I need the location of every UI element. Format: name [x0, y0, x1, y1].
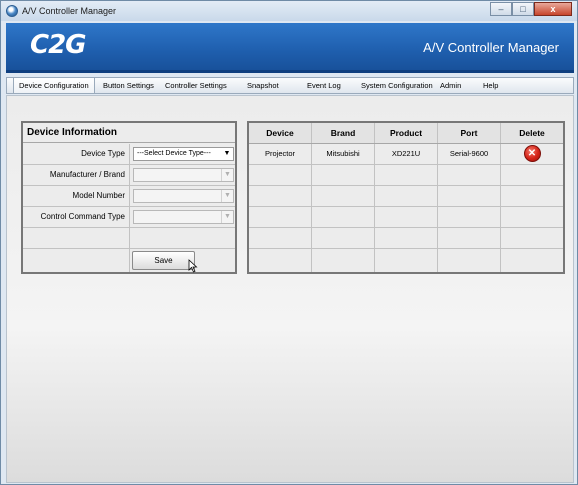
- app-window: A/V Controller Manager – □ x C2G A/V Con…: [0, 0, 578, 485]
- devices-table-panel: Device Brand Product Port Delete Project…: [247, 121, 565, 274]
- cell-product: XD221U: [375, 144, 438, 164]
- window-title: A/V Controller Manager: [22, 6, 117, 16]
- c2g-logo: C2G: [30, 30, 87, 60]
- device-type-row: Device Type ---Select Device Type--- ▼: [23, 144, 235, 165]
- title-bar[interactable]: A/V Controller Manager – □ x: [1, 1, 577, 21]
- column-delete: Delete: [519, 128, 545, 138]
- empty-cell: [312, 165, 375, 185]
- window-controls: – □ x: [490, 2, 572, 17]
- model-number-label: Model Number: [23, 186, 130, 206]
- cell-brand: Mitsubishi: [312, 144, 375, 164]
- empty-cell: [375, 228, 438, 248]
- empty-row: [23, 228, 235, 249]
- mouse-pointer-icon: [188, 259, 198, 273]
- device-type-value: ---Select Device Type---: [137, 150, 211, 157]
- manufacturer-row: Manufacturer / Brand ▼: [23, 165, 235, 186]
- device-type-select[interactable]: ---Select Device Type--- ▼: [133, 147, 234, 161]
- empty-cell: [312, 249, 375, 272]
- device-information-title: Device Information: [23, 123, 235, 143]
- device-type-label: Device Type: [23, 144, 130, 164]
- cell-port: Serial-9600: [438, 144, 501, 164]
- save-row-label-cell: [23, 249, 130, 272]
- delete-x-icon[interactable]: ✕: [523, 145, 541, 162]
- menu-help[interactable]: Help: [483, 78, 498, 93]
- menu-button-settings[interactable]: Button Settings: [103, 78, 154, 93]
- empty-cell: [501, 228, 563, 248]
- table-row-empty: [249, 186, 563, 207]
- column-product: Product: [375, 123, 438, 143]
- empty-cell: [312, 186, 375, 206]
- empty-cell: [438, 228, 501, 248]
- cell-device: Projector: [249, 144, 312, 164]
- empty-cell: [501, 186, 563, 206]
- empty-cell: [249, 186, 312, 206]
- menu-system-configuration[interactable]: System Configuration: [361, 78, 433, 93]
- menu-event-log[interactable]: Event Log: [307, 78, 341, 93]
- column-port: Port: [438, 123, 501, 143]
- dropdown-arrow-icon: ▼: [221, 190, 233, 202]
- empty-cell: [375, 186, 438, 206]
- empty-cell: [501, 207, 563, 227]
- empty-cell: [375, 249, 438, 272]
- empty-cell: [249, 228, 312, 248]
- dropdown-arrow-icon: ▼: [221, 211, 233, 223]
- empty-cell: [312, 228, 375, 248]
- model-number-row: Model Number ▼: [23, 186, 235, 207]
- dropdown-arrow-icon: ▼: [221, 169, 233, 181]
- empty-cell: [375, 207, 438, 227]
- empty-cell: [249, 207, 312, 227]
- column-device: Device: [249, 123, 312, 143]
- empty-cell: [438, 249, 501, 272]
- menu-bar: Device Configuration Button Settings Con…: [6, 77, 574, 94]
- table-row-empty: [249, 228, 563, 249]
- table-row-empty: [249, 207, 563, 228]
- devices-table-header: Device Brand Product Port Delete: [249, 123, 563, 144]
- control-command-type-label: Control Command Type: [23, 207, 130, 227]
- menu-snapshot[interactable]: Snapshot: [247, 78, 279, 93]
- menu-device-configuration[interactable]: Device Configuration: [13, 78, 95, 93]
- close-button[interactable]: x: [534, 2, 572, 16]
- menu-admin[interactable]: Admin: [440, 78, 461, 93]
- manufacturer-label: Manufacturer / Brand: [23, 165, 130, 185]
- empty-cell: [375, 165, 438, 185]
- empty-cell: [249, 249, 312, 272]
- empty-cell: [501, 165, 563, 185]
- banner-stripe: [6, 70, 574, 73]
- table-row-empty: [249, 165, 563, 186]
- table-row[interactable]: Projector Mitsubishi XD221U Serial-9600 …: [249, 144, 563, 165]
- manufacturer-select[interactable]: ▼: [133, 168, 234, 182]
- menu-controller-settings[interactable]: Controller Settings: [165, 78, 227, 93]
- save-button[interactable]: Save: [132, 251, 195, 270]
- device-information-panel: Device Information Device Type ---Select…: [21, 121, 237, 274]
- empty-cell: [249, 165, 312, 185]
- empty-cell: [438, 207, 501, 227]
- model-number-select[interactable]: ▼: [133, 189, 234, 203]
- control-command-type-row: Control Command Type ▼: [23, 207, 235, 228]
- empty-cell: [312, 207, 375, 227]
- minimize-button[interactable]: –: [490, 2, 512, 16]
- table-row-empty: [249, 249, 563, 272]
- empty-cell: [438, 165, 501, 185]
- column-brand: Brand: [312, 123, 375, 143]
- maximize-button[interactable]: □: [512, 2, 534, 16]
- control-command-type-select[interactable]: ▼: [133, 210, 234, 224]
- app-icon: [6, 5, 18, 17]
- banner-title: A/V Controller Manager: [423, 40, 559, 55]
- main-content: Device Information Device Type ---Select…: [6, 95, 574, 483]
- empty-cell: [438, 186, 501, 206]
- empty-label-cell: [23, 228, 130, 248]
- cell-delete: ✕: [501, 144, 563, 164]
- dropdown-arrow-icon: ▼: [223, 150, 231, 157]
- header-banner: C2G A/V Controller Manager: [6, 23, 574, 73]
- empty-cell: [501, 249, 563, 272]
